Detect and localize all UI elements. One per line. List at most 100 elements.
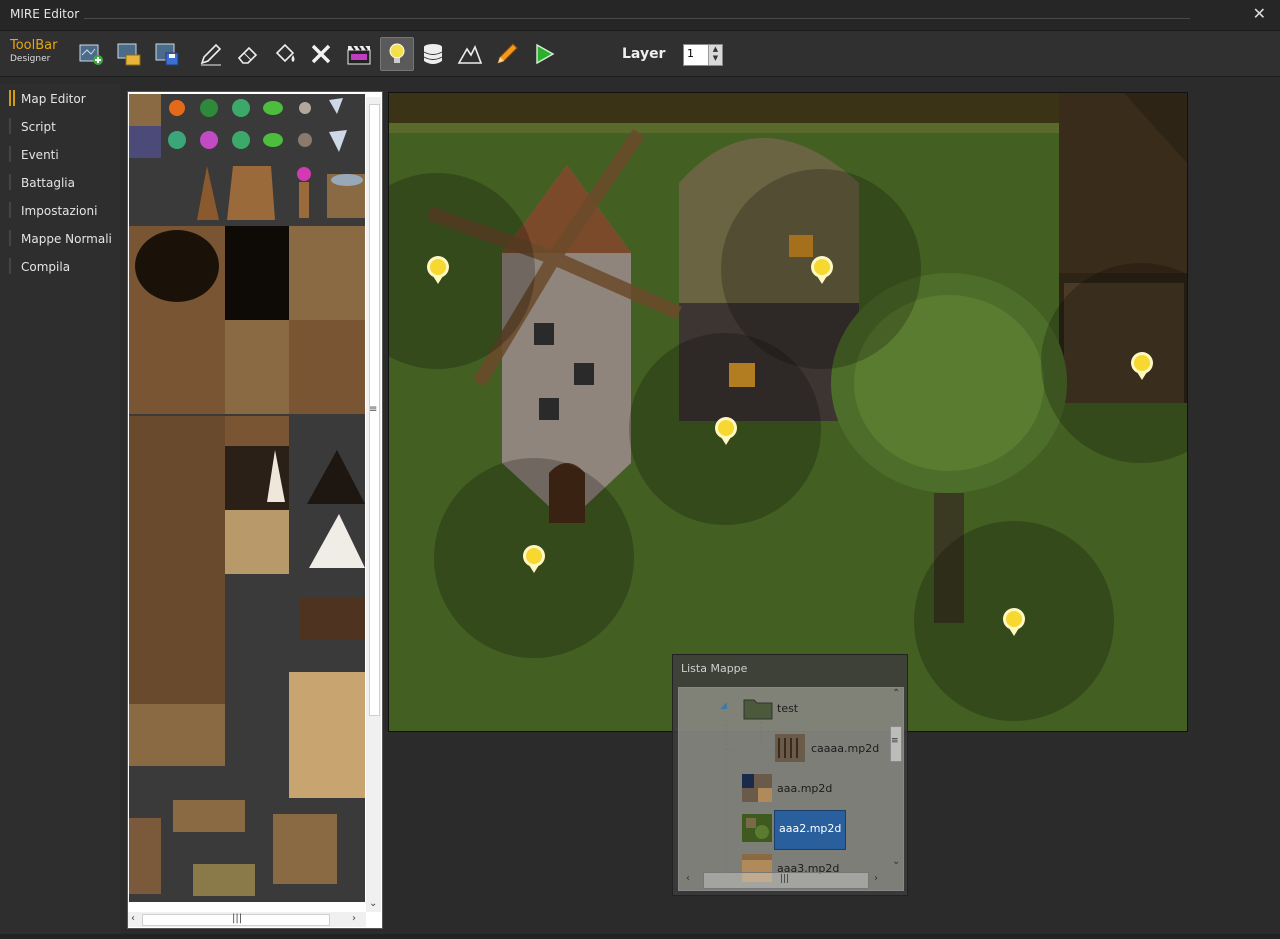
palette-horizontal-scrollbar[interactable]: ‹ ||| › xyxy=(128,912,366,927)
sidebar: Map Editor Script Eventi Battaglia Impos… xyxy=(0,84,120,934)
toolbar-label-main: ToolBar xyxy=(10,38,58,53)
chevron-up-icon[interactable]: ⌃ xyxy=(892,688,900,699)
tree-item-label: aaa2.mp2d xyxy=(779,822,842,835)
chevron-down-icon[interactable]: ▼ xyxy=(713,54,718,62)
database-button[interactable] xyxy=(417,38,449,70)
chevron-right-icon[interactable]: › xyxy=(352,913,356,924)
tree-horizontal-scrollbar[interactable]: ||| xyxy=(703,872,869,889)
sidebar-item-label: Battaglia xyxy=(21,176,75,190)
toolbar-label: ToolBar Designer xyxy=(10,39,57,65)
light-source-icon[interactable] xyxy=(521,544,547,574)
sidebar-item-eventi[interactable]: Eventi xyxy=(0,143,120,167)
layer-label: Layer xyxy=(622,46,666,62)
toolbar-label-sub: Designer xyxy=(10,54,51,64)
active-indicator xyxy=(9,90,11,106)
map-list-panel[interactable]: Lista Mappe ◢ test caaaa.mp2d aaa.mp2d a… xyxy=(672,654,908,896)
light-source-icon[interactable] xyxy=(713,416,739,446)
scroll-top-marker xyxy=(366,92,381,97)
title-separator xyxy=(84,18,1190,19)
sidebar-item-mappe-normali[interactable]: Mappe Normali xyxy=(0,227,120,251)
sidebar-item-script[interactable]: Script xyxy=(0,115,120,139)
chevron-down-icon[interactable]: ⌄ xyxy=(892,856,900,867)
map-scene[interactable] xyxy=(389,93,1187,731)
clapperboard-icon xyxy=(347,45,371,65)
tree-item-label: caaaa.mp2d xyxy=(811,742,880,755)
light-source-icon[interactable] xyxy=(425,255,451,285)
open-map-button[interactable] xyxy=(113,38,145,70)
map-tree[interactable]: ◢ test caaaa.mp2d aaa.mp2d aaa2.mp2d aaa… xyxy=(678,687,904,891)
map-thumbnail-icon xyxy=(742,774,772,802)
mountain-icon xyxy=(457,45,483,64)
sidebar-item-map-editor[interactable]: Map Editor xyxy=(0,87,120,111)
save-map-button[interactable] xyxy=(151,38,183,70)
sidebar-item-label: Eventi xyxy=(21,148,59,162)
chevron-left-icon[interactable]: ‹ xyxy=(686,873,690,884)
map-list-title[interactable]: Lista Mappe xyxy=(681,662,747,675)
tileset-image[interactable] xyxy=(129,94,365,902)
window-title: MIRE Editor xyxy=(10,7,80,21)
pencil-draw-button[interactable] xyxy=(195,38,227,70)
sidebar-item-label: Script xyxy=(21,120,56,134)
layer-value[interactable]: 1 xyxy=(687,47,694,60)
tree-item-aaa[interactable]: aaa.mp2d xyxy=(742,770,892,806)
terrain-button[interactable] xyxy=(454,38,486,70)
fill-bucket-icon xyxy=(275,43,295,63)
item-indicator xyxy=(9,258,11,274)
chevron-right-icon[interactable]: › xyxy=(874,873,878,884)
sidebar-item-impostazioni[interactable]: Impostazioni xyxy=(0,199,120,223)
tree-item-aaa2[interactable]: aaa2.mp2d xyxy=(742,810,892,850)
layer-stepper-arrows[interactable]: ▲ ▼ xyxy=(708,45,722,65)
chevron-left-icon[interactable]: ‹ xyxy=(131,913,135,924)
tile-palette[interactable]: ≡ ⌄ ‹ ||| › xyxy=(127,91,383,929)
sidebar-item-compila[interactable]: Compila xyxy=(0,255,120,279)
tree-vertical-scrollbar[interactable]: ⌃ ≡ ⌄ xyxy=(889,688,903,872)
lightbulb-icon xyxy=(389,43,405,63)
light-source-icon[interactable] xyxy=(1001,607,1027,637)
orange-pencil-icon xyxy=(497,43,518,64)
layer-stepper[interactable]: 1 ▲ ▼ xyxy=(683,44,723,66)
chevron-up-icon[interactable]: ▲ xyxy=(713,45,718,53)
folder-icon xyxy=(743,699,773,720)
grip-icon: ||| xyxy=(232,913,243,924)
sidebar-item-label: Mappe Normali xyxy=(21,232,112,246)
tileset-graphic[interactable] xyxy=(129,94,365,902)
database-icon xyxy=(423,44,443,64)
sidebar-item-battaglia[interactable]: Battaglia xyxy=(0,171,120,195)
new-map-icon xyxy=(79,44,103,65)
sidebar-item-label: Map Editor xyxy=(21,92,86,106)
close-icon[interactable]: ✕ xyxy=(1253,6,1266,22)
grip-icon: ≡ xyxy=(891,736,899,746)
tree-item-caaaa[interactable]: caaaa.mp2d xyxy=(775,730,895,766)
palette-vertical-scrollbar[interactable]: ≡ ⌄ xyxy=(366,92,381,912)
sidebar-item-label: Compila xyxy=(21,260,71,274)
status-bar xyxy=(0,934,1280,939)
item-indicator xyxy=(9,174,11,190)
map-thumbnail-icon xyxy=(742,814,772,842)
delete-button[interactable] xyxy=(305,38,337,70)
eraser-button[interactable] xyxy=(232,38,264,70)
chevron-down-icon[interactable]: ⌄ xyxy=(369,898,377,909)
play-icon xyxy=(536,43,555,65)
map-canvas[interactable] xyxy=(388,92,1188,732)
delete-x-icon xyxy=(311,44,331,64)
eraser-icon xyxy=(237,46,258,64)
brush-button[interactable] xyxy=(491,38,523,70)
play-button[interactable] xyxy=(528,38,560,70)
tree-item-label: aaa.mp2d xyxy=(777,782,833,795)
title-bar: MIRE Editor ✕ xyxy=(0,0,1280,31)
new-map-button[interactable] xyxy=(75,38,107,70)
light-button[interactable] xyxy=(380,37,414,71)
tree-item-test[interactable]: test xyxy=(743,690,893,726)
grip-icon: ≡ xyxy=(369,404,378,415)
item-indicator xyxy=(9,146,11,162)
tree-item-label: test xyxy=(777,702,799,715)
light-source-icon[interactable] xyxy=(1129,351,1155,381)
item-indicator xyxy=(9,118,11,134)
pencil-draw-icon xyxy=(200,43,222,66)
grip-icon: ||| xyxy=(780,874,790,884)
expand-triangle-icon[interactable]: ◢ xyxy=(720,701,727,711)
map-thumbnail-icon xyxy=(775,734,805,762)
events-button[interactable] xyxy=(343,38,375,70)
light-source-icon[interactable] xyxy=(809,255,835,285)
fill-bucket-button[interactable] xyxy=(269,38,301,70)
